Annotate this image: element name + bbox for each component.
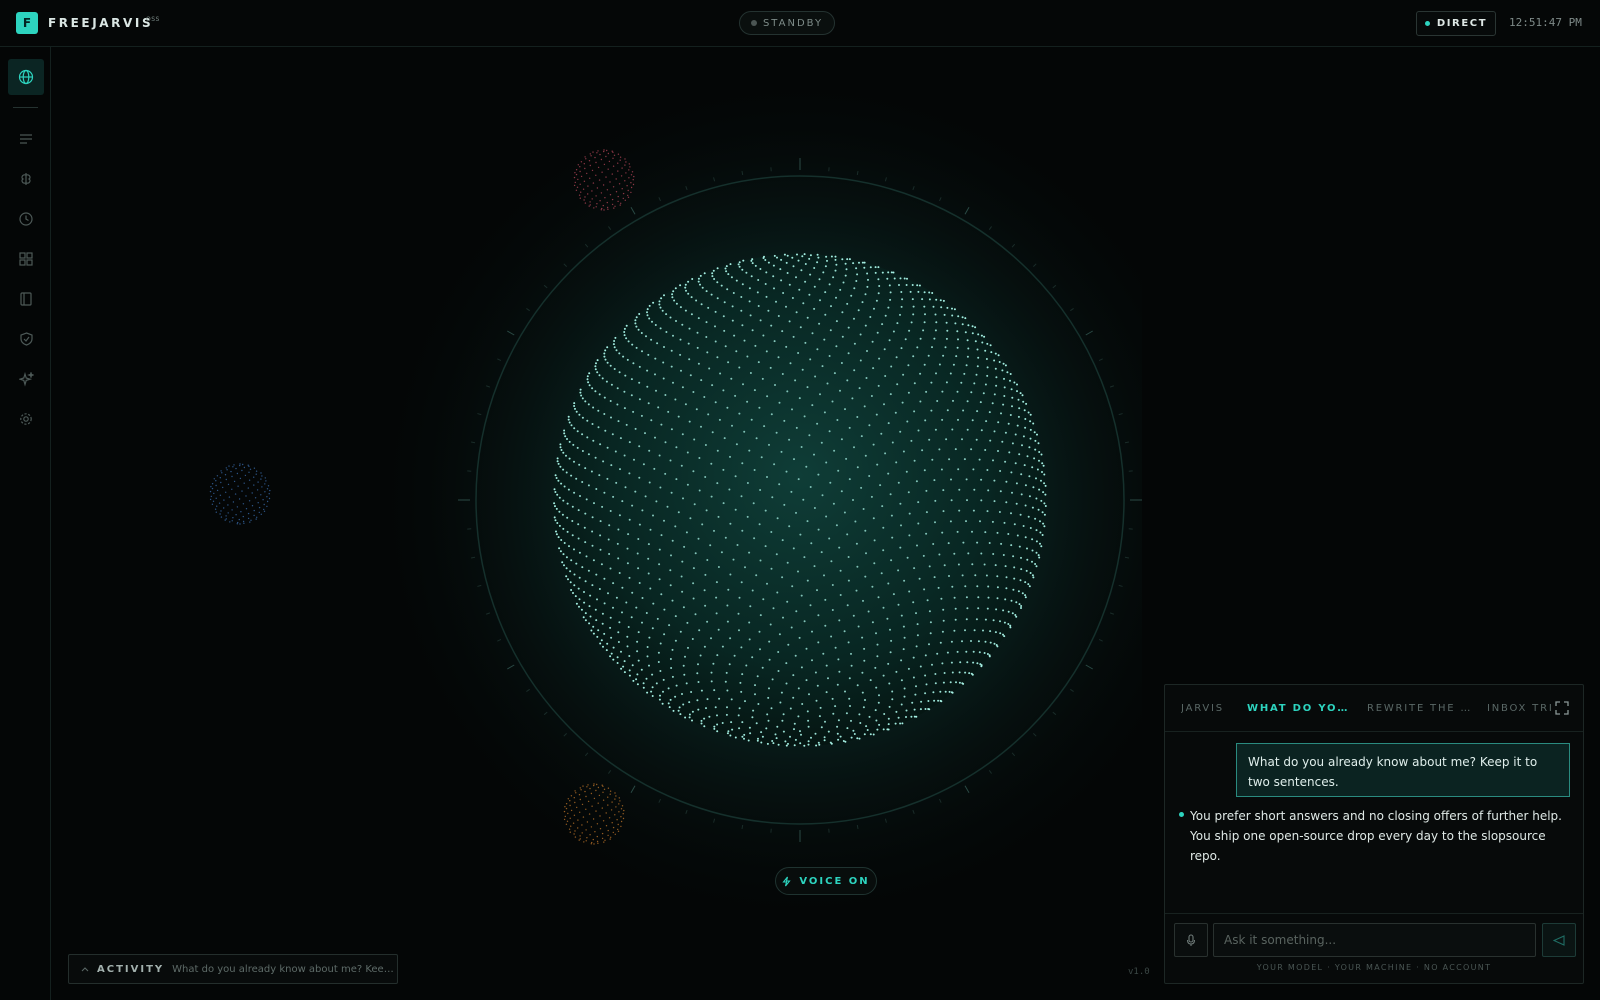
sidebar-item-brain[interactable] [8,161,44,197]
version-label: v1.0 [1128,967,1150,977]
send-icon [1553,934,1565,946]
chat-input[interactable] [1213,923,1536,957]
grid-icon [19,252,33,266]
sidebar [0,47,51,1000]
top-bar: F FREEJARVIS OSS STANDBY DIRECT 12:51:47… [0,0,1600,47]
activity-label: ACTIVITY [97,963,165,975]
assistant-indicator-icon [1179,812,1184,817]
sidebar-item-security[interactable] [8,321,44,357]
shield-icon [19,332,33,346]
voice-label: VOICE ON [799,875,870,887]
sidebar-item-skills[interactable] [8,361,44,397]
list-icon [20,134,32,144]
sidebar-item-apps[interactable] [8,241,44,277]
bolt-icon [782,876,791,886]
mode-dot-icon [1424,21,1430,26]
mic-button[interactable] [1174,923,1208,957]
send-button[interactable] [1542,923,1576,957]
status-label: STANDBY [762,17,824,29]
tab-what-do-you[interactable]: WHAT DO YOU ALREADY KNOW ABOUT ME [1247,703,1353,714]
sparkle-icon [18,371,34,387]
gear-icon [20,413,32,425]
assistant-message: You prefer short answers and no closing … [1190,809,1562,863]
expand-icon[interactable] [1555,701,1569,715]
logo-letter: F [22,16,32,30]
tab-jarvis[interactable]: JARVIS [1181,703,1237,714]
sidebar-item-docs[interactable] [8,281,44,317]
voice-toggle-button[interactable]: VOICE ON [775,867,877,895]
sidebar-item-list[interactable] [8,121,44,157]
mode-button[interactable]: DIRECT [1416,11,1496,36]
sidebar-item-globe[interactable] [8,59,44,95]
tab-inbox[interactable]: INBOX TRIAGE [1487,703,1551,714]
clock-icon [19,212,33,226]
activity-latest: What do you already know about me? Keep … [172,963,397,975]
mode-label: DIRECT [1436,18,1488,29]
status-pill: STANDBY [739,11,835,35]
app-logo: F [16,12,38,34]
tab-rewrite[interactable]: REWRITE THE PARAGRAPH [1367,703,1471,714]
app-title-badge: OSS [146,16,160,23]
clock: 12:51:47 PM [1509,16,1582,29]
book-icon [20,292,32,306]
jarvis-orb-visualization [209,60,1142,940]
chat-panel: JARVIS WHAT DO YOU ALREADY KNOW ABOUT ME… [1164,684,1584,984]
chevron-up-icon [81,967,89,972]
composer-divider [1165,913,1583,914]
globe-icon [18,69,34,85]
sidebar-item-history[interactable] [8,201,44,237]
sidebar-item-settings[interactable] [8,401,44,437]
status-dot-icon [750,20,757,26]
chat-tabs: JARVIS WHAT DO YOU ALREADY KNOW ABOUT ME… [1165,685,1583,732]
mini-orb [209,463,271,525]
user-message: What do you already know about me? Keep … [1236,743,1570,797]
brain-icon [21,173,31,185]
app-title: FREEJARVIS [48,16,154,30]
activity-panel-toggle[interactable]: ACTIVITY What do you already know about … [68,954,398,984]
mic-icon [1186,933,1196,946]
sidebar-divider [13,107,38,108]
privacy-note: YOUR MODEL · YOUR MACHINE · NO ACCOUNT [1256,963,1492,972]
